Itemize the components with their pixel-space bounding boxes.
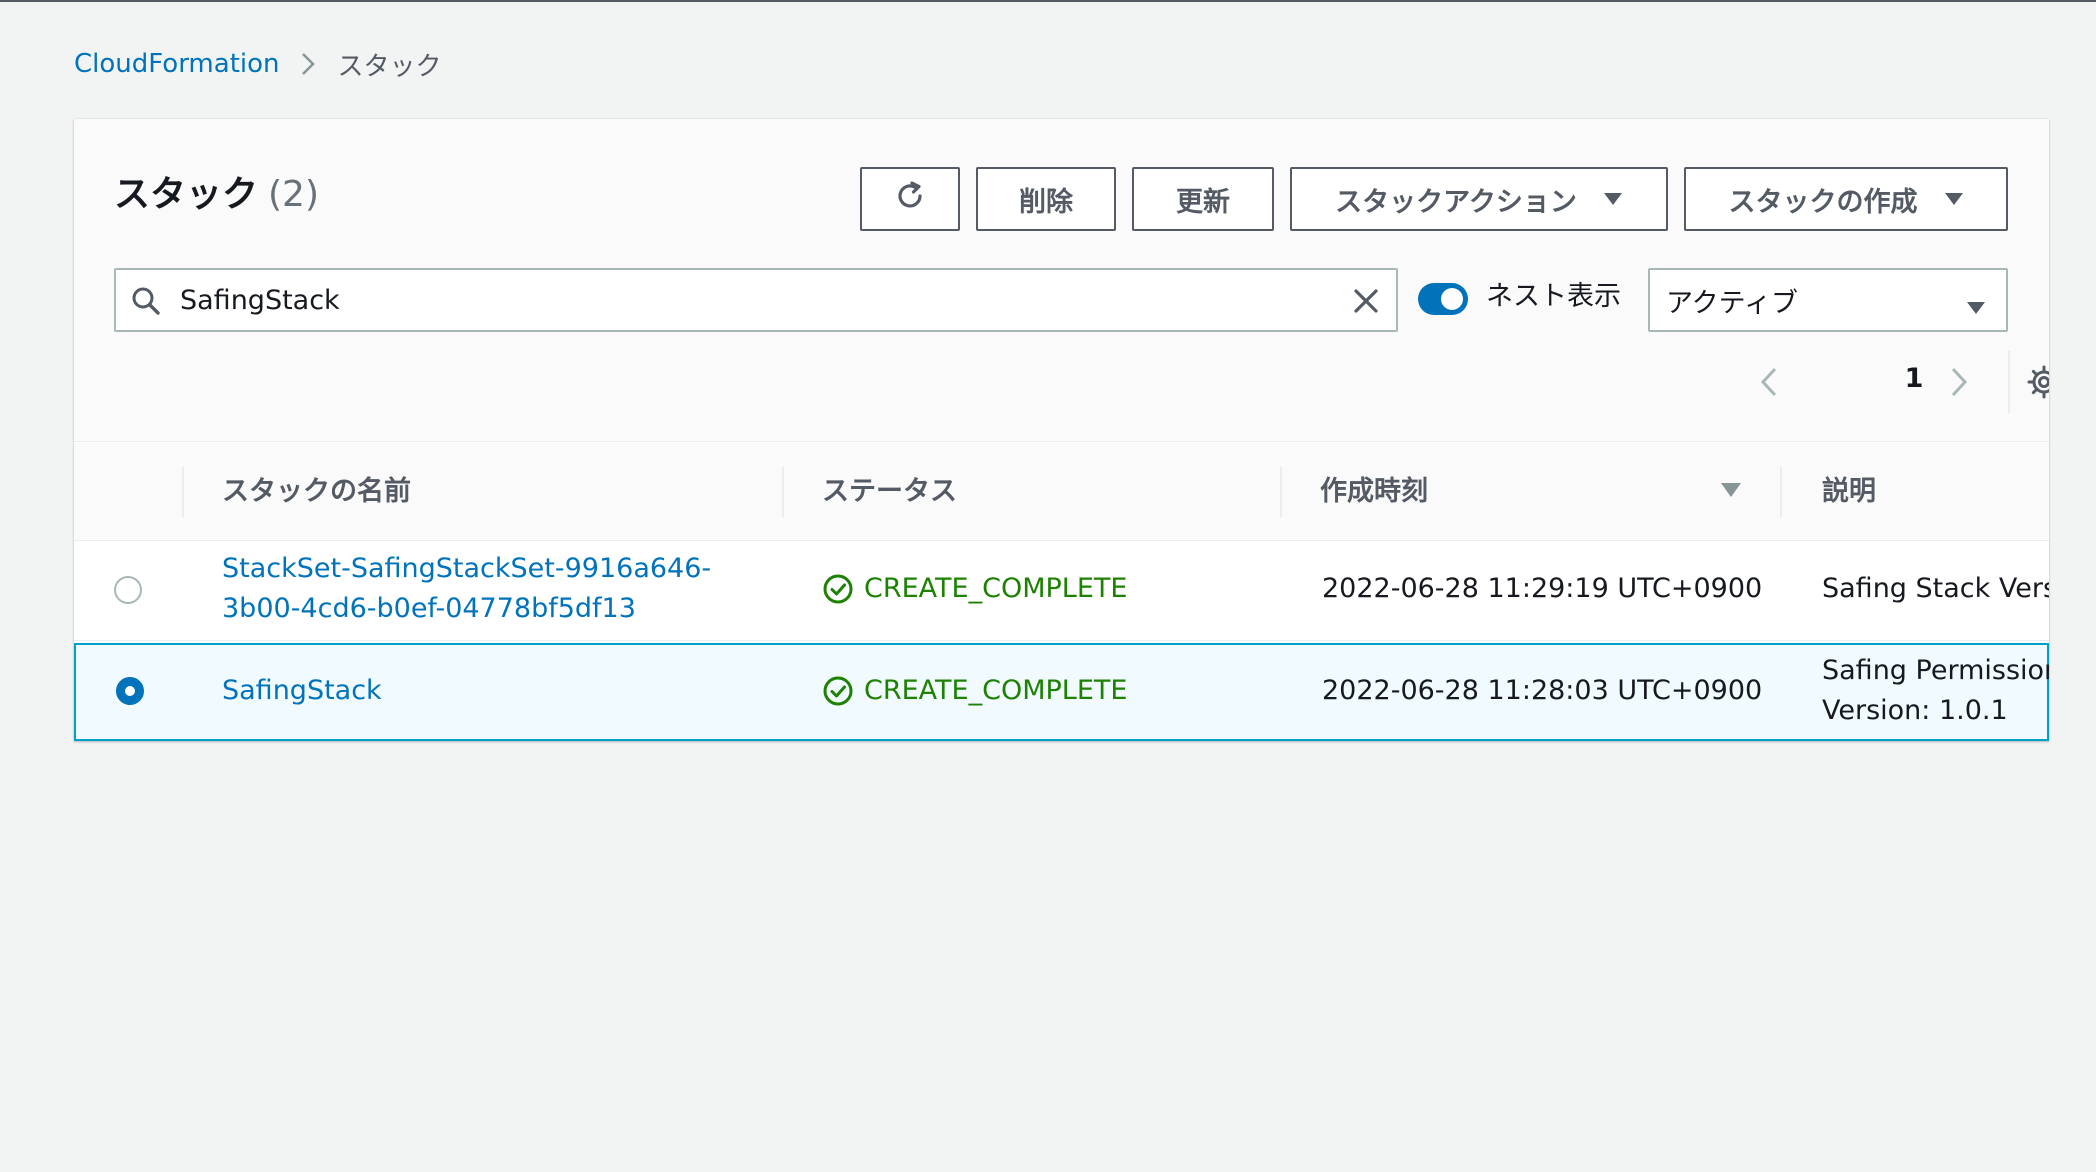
- chevron-right-icon: [300, 51, 316, 77]
- caret-down-icon: [1603, 191, 1623, 207]
- table-row-selected[interactable]: SafingStack CREATE_COMPLETE 2022-06-28 1…: [74, 643, 2049, 741]
- delete-button[interactable]: 削除: [976, 167, 1116, 231]
- stack-name-line[interactable]: StackSet-SafingStackSet-9916a646-: [222, 549, 711, 589]
- description-cell: Safing Permission Version: 1.0.1: [1822, 651, 2049, 731]
- breadcrumb-cloudformation-link[interactable]: CloudFormation: [74, 49, 280, 79]
- check-circle-icon: [822, 573, 854, 605]
- page-title: スタック (2): [114, 171, 319, 219]
- description-cell: Safing Stack Versi: [1822, 573, 2049, 604]
- column-divider: [1280, 467, 1282, 517]
- breadcrumb-current: スタック: [337, 51, 442, 82]
- status-cell: CREATE_COMPLETE: [822, 671, 1127, 711]
- column-header-status[interactable]: ステータス: [822, 474, 957, 510]
- refresh-button[interactable]: [860, 167, 960, 231]
- column-divider: [782, 467, 784, 517]
- search-field: [114, 268, 1398, 332]
- sort-descending-icon[interactable]: [1720, 481, 1742, 503]
- top-border: [0, 0, 2096, 2]
- status-text: CREATE_COMPLETE: [864, 675, 1128, 706]
- breadcrumb: CloudFormation スタック: [74, 44, 442, 84]
- status-filter-select[interactable]: アクティブ: [1648, 268, 2008, 332]
- stack-actions-button[interactable]: スタックアクション: [1290, 167, 1668, 231]
- status-text: CREATE_COMPLETE: [864, 573, 1128, 604]
- panel-header: スタック (2) 削除 更新 スタックアクション スタックの作成 SafingS…: [74, 119, 2049, 442]
- status-cell: CREATE_COMPLETE: [822, 569, 1127, 609]
- gear-icon[interactable]: [2026, 364, 2049, 404]
- column-header-created[interactable]: 作成時刻: [1320, 474, 1428, 510]
- column-divider: [1780, 467, 1782, 517]
- status-filter-value: アクティブ: [1666, 287, 1799, 319]
- pagination-divider: [2008, 351, 2010, 413]
- caret-down-icon: [1944, 191, 1964, 207]
- table-row[interactable]: StackSet-SafingStackSet-9916a646- 3b00-4…: [74, 541, 2049, 641]
- row-select-radio-checked[interactable]: [116, 677, 144, 705]
- column-header-description[interactable]: 説明: [1822, 474, 1876, 510]
- stack-actions-label: スタックアクション: [1335, 186, 1577, 218]
- column-header-name[interactable]: スタックの名前: [222, 474, 411, 510]
- update-button[interactable]: 更新: [1132, 167, 1274, 231]
- create-stack-button[interactable]: スタックの作成: [1684, 167, 2008, 231]
- column-divider: [182, 467, 184, 517]
- page-title-text: スタック: [114, 174, 259, 215]
- description-line: Version: 1.0.1: [1822, 695, 2008, 726]
- stack-name-link[interactable]: StackSet-SafingStackSet-9916a646- 3b00-4…: [222, 549, 711, 629]
- created-time: 2022-06-28 11:28:03 UTC+0900: [1322, 675, 1763, 706]
- created-time: 2022-06-28 11:29:19 UTC+0900: [1322, 573, 1763, 604]
- stack-count: (2): [268, 174, 320, 215]
- update-button-label: 更新: [1176, 186, 1230, 218]
- previous-page-icon[interactable]: [1758, 365, 1780, 403]
- delete-button-label: 削除: [1019, 186, 1073, 218]
- search-input[interactable]: [180, 278, 1320, 322]
- create-stack-label: スタックの作成: [1728, 186, 1918, 218]
- stacks-panel: スタック (2) 削除 更新 スタックアクション スタックの作成 SafingS…: [74, 119, 2049, 741]
- search-icon: [130, 285, 162, 321]
- toggle-knob: [1441, 288, 1463, 310]
- refresh-icon: [892, 178, 928, 221]
- caret-down-icon: [1966, 292, 1986, 323]
- stack-name-link[interactable]: SafingStack: [222, 671, 382, 711]
- table-header: スタックの名前 ステータス 作成時刻 説明: [74, 443, 2049, 541]
- page-number[interactable]: 1: [1902, 363, 1926, 394]
- check-circle-icon: [822, 675, 854, 707]
- clear-search-icon[interactable]: [1350, 285, 1382, 321]
- description-line: Safing Permission: [1822, 655, 2049, 686]
- row-select-radio[interactable]: [114, 576, 142, 604]
- nested-view-label: ネスト表示: [1486, 281, 1621, 312]
- stack-name-line[interactable]: 3b00-4cd6-b0ef-04778bf5df13: [222, 589, 711, 629]
- next-page-icon[interactable]: [1948, 365, 1970, 403]
- nested-view-toggle[interactable]: [1418, 283, 1468, 315]
